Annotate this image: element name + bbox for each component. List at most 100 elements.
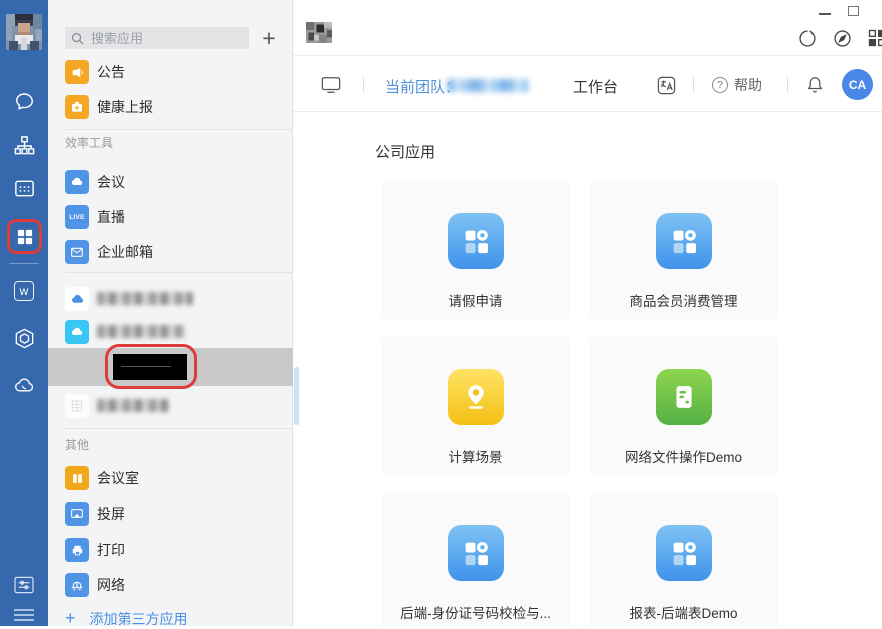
app-item-announcement[interactable]: 公告 [48, 56, 293, 88]
envelope-icon [65, 240, 89, 264]
live-badge-text: LIVE [69, 214, 84, 221]
apps-grid-icon[interactable] [15, 227, 35, 247]
app-item-label: 投屏 [97, 504, 125, 524]
miniapp-grid-icon [656, 213, 712, 269]
app-card-name: 报表-后端表Demo [629, 602, 737, 622]
search-input[interactable] [89, 30, 243, 47]
app-item-print[interactable]: 打印 [48, 534, 293, 566]
live-badge-icon: LIVE [65, 205, 89, 229]
redacted-label [97, 399, 169, 412]
panel-divider [65, 272, 293, 273]
printer-icon [65, 538, 89, 562]
cloud-blue-icon [65, 287, 89, 311]
cloud-meeting-icon [65, 170, 89, 194]
compass-icon[interactable] [831, 27, 853, 49]
search-box[interactable] [65, 27, 249, 49]
refresh-icon[interactable] [796, 27, 818, 49]
window-minimize-button[interactable] [819, 13, 831, 15]
team-header: 当前团队： 工作台 ? 帮助 CA [293, 56, 882, 112]
docs-w-icon[interactable]: w [0, 281, 48, 301]
app-card-backend-report-demo[interactable]: 报表-后端表Demo [589, 493, 778, 626]
help-label: 帮助 [734, 75, 762, 95]
app-card-computing-scene[interactable]: 计算场景 [381, 337, 570, 475]
account-avatar[interactable]: CA [842, 69, 873, 100]
redacted-label [97, 325, 185, 338]
screen-cast-icon [65, 502, 89, 526]
cloud-call-icon[interactable] [0, 374, 48, 397]
app-item-enterprise-mail[interactable]: 企业邮箱 [48, 236, 293, 268]
app-card-name: 网络文件操作Demo [625, 446, 742, 466]
app-item-redacted-1[interactable] [48, 283, 293, 315]
calendar-icon[interactable] [0, 177, 48, 200]
chat-icon[interactable] [0, 90, 48, 113]
app-item-meeting[interactable]: 会议 [48, 166, 293, 198]
section-title-company-apps: 公司应用 [375, 141, 435, 162]
app-card-id-verification[interactable]: 后端-身份证号码校检与... [381, 493, 570, 626]
app-item-label: 打印 [97, 540, 125, 560]
app-card-member-consumption[interactable]: 商品会员消费管理 [589, 181, 778, 319]
question-mark-icon: ? [712, 77, 728, 93]
search-icon [71, 32, 84, 45]
apps-grid-annotation [7, 219, 42, 254]
help-button[interactable]: ? 帮助 [712, 75, 762, 95]
team-name-redacted[interactable] [447, 79, 529, 92]
bell-icon[interactable] [804, 73, 826, 95]
miniapp-grid-icon [448, 213, 504, 269]
app-logo-redacted [306, 22, 332, 43]
sheet-icon [65, 394, 89, 418]
apps-panel: + 公告 健康上报 效率工具 会议 LIVE 直播 企业邮箱 [48, 0, 293, 626]
megaphone-icon [65, 60, 89, 84]
app-item-screen-cast[interactable]: 投屏 [48, 498, 293, 530]
header-divider [787, 77, 788, 92]
location-pin-icon [448, 369, 504, 425]
app-item-label: 会议 [97, 172, 125, 192]
document-icon [656, 369, 712, 425]
network-icon [65, 573, 89, 597]
app-card-leave-request[interactable]: 请假申请 [381, 181, 570, 319]
app-item-label: 直播 [97, 207, 125, 227]
monitor-icon[interactable] [320, 74, 342, 96]
miniapp-grid-icon [448, 525, 504, 581]
app-card-name: 请假申请 [449, 290, 503, 310]
app-item-label: 会议室 [97, 468, 139, 488]
add-app-button[interactable]: + [254, 23, 284, 53]
redacted-label [97, 292, 193, 305]
app-item-network[interactable]: 网络 [48, 569, 293, 601]
miniapp-grid-icon [656, 525, 712, 581]
main-area: 当前团队： 工作台 ? 帮助 CA 公司应用 [293, 0, 882, 626]
section-title-tools: 效率工具 [65, 134, 113, 151]
app-item-label: 公告 [97, 62, 125, 82]
panel-divider [65, 129, 293, 130]
package-hexagon-icon[interactable] [0, 327, 48, 350]
translate-icon[interactable] [655, 74, 677, 96]
app-item-meeting-room[interactable]: 会议室 [48, 462, 293, 494]
app-item-live[interactable]: LIVE 直播 [48, 201, 293, 233]
header-divider [693, 77, 694, 92]
layout-grid-icon[interactable] [866, 27, 882, 49]
app-card-network-file-demo[interactable]: 网络文件操作Demo [589, 337, 778, 475]
app-card-name: 商品会员消费管理 [630, 290, 738, 310]
settings-sliders-icon[interactable] [0, 576, 48, 594]
header-divider [363, 77, 364, 92]
org-structure-icon[interactable] [0, 134, 48, 157]
doors-icon [65, 466, 89, 490]
app-item-label: 健康上报 [97, 97, 153, 117]
selected-app-annotation [105, 344, 197, 389]
cloud-cyan-icon [65, 320, 89, 344]
left-nav-rail: w [0, 0, 48, 626]
tab-workbench[interactable]: 工作台 [573, 76, 618, 97]
app-item-health-report[interactable]: 健康上报 [48, 91, 293, 123]
hamburger-menu-icon[interactable] [0, 607, 48, 623]
app-card-name: 计算场景 [449, 446, 503, 466]
rail-divider [9, 263, 39, 264]
app-card-name: 后端-身份证号码校检与... [400, 602, 551, 622]
window-maximize-button[interactable] [848, 6, 859, 16]
user-avatar[interactable] [6, 14, 42, 50]
panel-divider [65, 428, 293, 429]
medkit-icon [65, 95, 89, 119]
app-item-label: 企业邮箱 [97, 242, 153, 262]
section-title-other: 其他 [65, 436, 89, 453]
scrollbar-thumb[interactable] [294, 367, 299, 425]
app-item-label: 网络 [97, 575, 125, 595]
app-item-redacted-3[interactable] [48, 390, 293, 422]
